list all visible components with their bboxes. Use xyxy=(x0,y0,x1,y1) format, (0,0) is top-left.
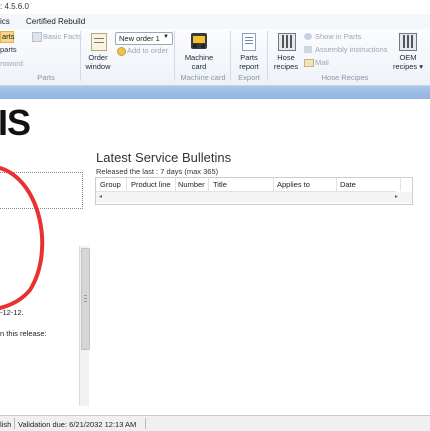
column-header-title[interactable]: Title xyxy=(213,180,227,189)
machine-card-line1: Machine xyxy=(184,53,214,62)
hose-recipes-button[interactable]: Hose recipes xyxy=(272,53,300,71)
column-header-applies-to[interactable]: Applies to xyxy=(277,180,310,189)
column-header-date[interactable]: Date xyxy=(340,180,356,189)
basic-facts-button[interactable]: Basic Facts xyxy=(43,32,82,41)
title-bar: : 4.5.6.0 xyxy=(0,0,430,14)
oem-recipes-line1: OEM xyxy=(399,53,417,62)
mail-icon xyxy=(304,59,314,67)
machine-card-group-label: Machine card xyxy=(180,73,226,82)
order-window-button[interactable]: Order window xyxy=(82,53,114,71)
hose-recipes-icon xyxy=(278,33,296,51)
oem-recipes-icon xyxy=(399,33,417,51)
status-validation: Validation due: 6/21/2032 12:13 AM xyxy=(18,420,137,429)
basic-facts-icon xyxy=(32,32,42,42)
brand-logo-text: IS xyxy=(0,102,31,143)
hose-recipes-line2: recipes xyxy=(273,62,299,71)
status-bar: lish Validation due: 6/21/2032 12:13 AM xyxy=(0,415,430,431)
parts-group-label: Parts xyxy=(37,73,55,82)
assembly-instructions-button[interactable]: Assembly instructions xyxy=(315,45,388,54)
parts-report-line1: Parts xyxy=(240,53,258,62)
hose-recipes-group-label: Hose Recipes xyxy=(321,73,369,82)
machine-card-button[interactable]: Machine card xyxy=(180,53,218,71)
status-language: lish xyxy=(0,420,12,429)
column-header-number[interactable]: Number xyxy=(178,180,205,189)
assembly-instructions-icon xyxy=(304,46,312,53)
bulletins-subtitle: Released the last : 7 days (max 365) xyxy=(96,167,219,176)
table-horizontal-scrollbar[interactable]: ◂ ▸ xyxy=(96,192,412,203)
accent-bar xyxy=(0,86,430,99)
machine-card-icon xyxy=(191,33,207,49)
show-in-parts-icon xyxy=(304,33,312,40)
export-group-label: Export xyxy=(238,73,260,82)
oem-recipes-button[interactable]: OEM recipes ▾ xyxy=(390,53,426,71)
left-scrollbar[interactable] xyxy=(79,246,90,406)
menu-item-ics[interactable]: ics xyxy=(0,17,10,26)
mail-button[interactable]: Mail xyxy=(315,58,329,67)
release-notes-text: n this release: xyxy=(0,329,47,338)
bulletins-table[interactable]: Group Product line Number Title Applies … xyxy=(95,177,413,205)
parts-label: arts xyxy=(2,32,15,41)
table-header: Group Product line Number Title Applies … xyxy=(96,178,401,192)
scroll-right-icon[interactable]: ▸ xyxy=(395,193,398,200)
ribbon: arts parts roword Basic Facts Parts Orde… xyxy=(0,29,430,86)
scroll-left-icon[interactable]: ◂ xyxy=(99,193,102,200)
order-select-value: New order 1 xyxy=(119,34,160,43)
oem-recipes-line2: recipes ▾ xyxy=(392,62,424,71)
parts-button-highlight[interactable]: arts xyxy=(0,31,15,43)
content-area xyxy=(0,99,430,415)
parts-item[interactable]: parts xyxy=(0,45,17,54)
machine-card-line2: card xyxy=(191,62,207,71)
add-icon xyxy=(117,47,126,56)
bulletins-title: Latest Service Bulletins xyxy=(96,150,232,165)
ribbon-separator xyxy=(174,31,175,81)
ribbon-separator xyxy=(267,31,268,81)
chevron-down-icon: ▼ xyxy=(163,34,169,40)
menu-item-certified-rebuild[interactable]: Certified Rebuild xyxy=(26,17,85,26)
release-date-text: -12-12. xyxy=(0,308,24,317)
app-version: : 4.5.6.0 xyxy=(0,2,29,11)
column-header-group[interactable]: Group xyxy=(100,180,121,189)
red-circle-annotation xyxy=(0,166,45,310)
show-in-parts-button[interactable]: Show in Parts xyxy=(315,32,361,41)
hose-recipes-line1: Hose xyxy=(277,53,295,62)
menu-bar: ics Certified Rebuild xyxy=(0,14,430,30)
parts-report-icon xyxy=(242,33,256,51)
scrollbar-thumb[interactable] xyxy=(81,248,90,350)
ribbon-separator xyxy=(80,31,81,81)
roword-item[interactable]: roword xyxy=(0,59,23,68)
order-window-icon xyxy=(91,33,107,51)
order-window-line1: Order xyxy=(88,53,108,62)
order-select[interactable]: New order 1 ▼ xyxy=(115,32,173,45)
parts-report-button[interactable]: Parts report xyxy=(234,53,264,71)
add-to-order-button[interactable]: Add to order xyxy=(127,46,168,55)
ribbon-separator xyxy=(230,31,231,81)
order-window-line2: window xyxy=(85,62,111,71)
column-header-product-line[interactable]: Product line xyxy=(131,180,171,189)
parts-report-line2: report xyxy=(239,62,259,71)
